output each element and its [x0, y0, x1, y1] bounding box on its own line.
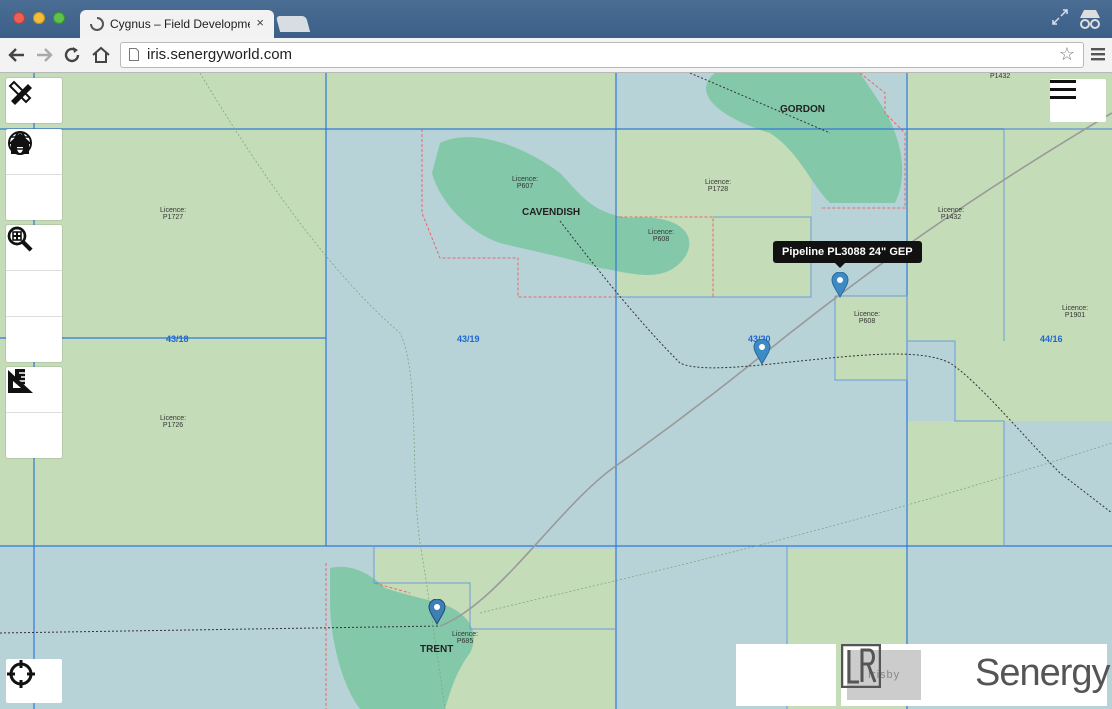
browser-toolbar: iris.senergyworld.com ☆: [0, 38, 1112, 73]
map-marker-icon[interactable]: [831, 272, 849, 298]
senergy-logo-text: Senergy: [975, 652, 1111, 694]
back-icon[interactable]: [6, 44, 28, 66]
close-window-button[interactable]: [13, 12, 25, 24]
licence-label: Licence: P1432: [938, 207, 965, 221]
field-label-gordon: GORDON: [780, 104, 825, 115]
licence-label: Licence: P685: [452, 631, 479, 645]
licence-label: P1432: [990, 73, 1011, 80]
branding-panel: Irisby Senergy: [841, 644, 1111, 706]
zoom-extent-button[interactable]: [6, 226, 62, 362]
licence-label: Licence: P1728: [705, 179, 732, 193]
licence-label: Licence: P1727: [160, 207, 187, 221]
lr-logo-icon: [841, 644, 881, 688]
edit-tool-group: [6, 78, 62, 123]
loading-icon: [90, 17, 104, 31]
window-titlebar: Cygnus – Field Developme ×: [0, 0, 1112, 38]
zoom-out-button[interactable]: [6, 226, 62, 317]
zoom-group: [6, 225, 62, 362]
hamburger-icon: [1050, 80, 1076, 99]
map-layer: [0, 73, 1112, 709]
licence-label: Licence: P607: [512, 176, 539, 190]
maximize-window-button[interactable]: [53, 12, 65, 24]
new-tab-button[interactable]: [275, 16, 311, 32]
page-icon: [129, 48, 139, 61]
measure-group: [6, 367, 62, 458]
bookmark-star-icon[interactable]: ☆: [1059, 44, 1075, 65]
home-view-button[interactable]: [6, 133, 62, 220]
navigation-group: [6, 129, 62, 220]
pipeline-tooltip: Pipeline PL3088 24" GEP: [773, 241, 922, 268]
map-canvas[interactable]: Licence: P1727 Licence: P1726 Licence: P607…: [0, 73, 1112, 709]
home-icon: [8, 133, 32, 154]
browser-menu-icon[interactable]: [1090, 46, 1106, 62]
licence-label: Licence: P608: [648, 229, 675, 243]
home-icon[interactable]: [90, 44, 112, 66]
locate-button[interactable]: [6, 659, 62, 703]
app-menu-button[interactable]: [1050, 79, 1106, 122]
block-label: 43/19: [457, 334, 480, 344]
url-text: iris.senergyworld.com: [147, 46, 293, 63]
block-label: 43/18: [166, 334, 189, 344]
licence-label: Licence: P608: [854, 311, 881, 325]
zoom-extent-icon: [7, 226, 33, 252]
crosshair-icon: [7, 660, 35, 688]
edit-tools-button[interactable]: [6, 78, 62, 123]
browser-tab[interactable]: Cygnus – Field Developme ×: [80, 10, 274, 38]
minimize-window-button[interactable]: [33, 12, 45, 24]
logo-placeholder: [736, 644, 836, 706]
licence-area-p608: [835, 296, 907, 380]
licence-area-top: [326, 73, 616, 129]
address-bar[interactable]: iris.senergyworld.com ☆: [120, 42, 1084, 68]
forward-icon[interactable]: [33, 44, 55, 66]
field-label-trent: TRENT: [420, 644, 454, 655]
incognito-icon: [1080, 10, 1100, 29]
map-marker-icon[interactable]: [428, 599, 446, 625]
reload-icon[interactable]: [61, 44, 83, 66]
block-label: 44/16: [1040, 334, 1063, 344]
pencil-ruler-icon: [8, 80, 32, 105]
map-marker-icon[interactable]: [753, 339, 771, 365]
field-label-cavendish: CAVENDISH: [522, 207, 581, 218]
set-square-icon: [8, 370, 33, 393]
fullscreen-icon[interactable]: [1052, 9, 1068, 25]
licence-label: Licence: P1726: [160, 415, 187, 429]
licence-label: Licence: P1901: [1062, 305, 1089, 319]
area-measure-button[interactable]: [6, 370, 62, 458]
tab-title: Cygnus – Field Developme: [110, 17, 250, 31]
tab-close-icon[interactable]: ×: [256, 15, 264, 30]
